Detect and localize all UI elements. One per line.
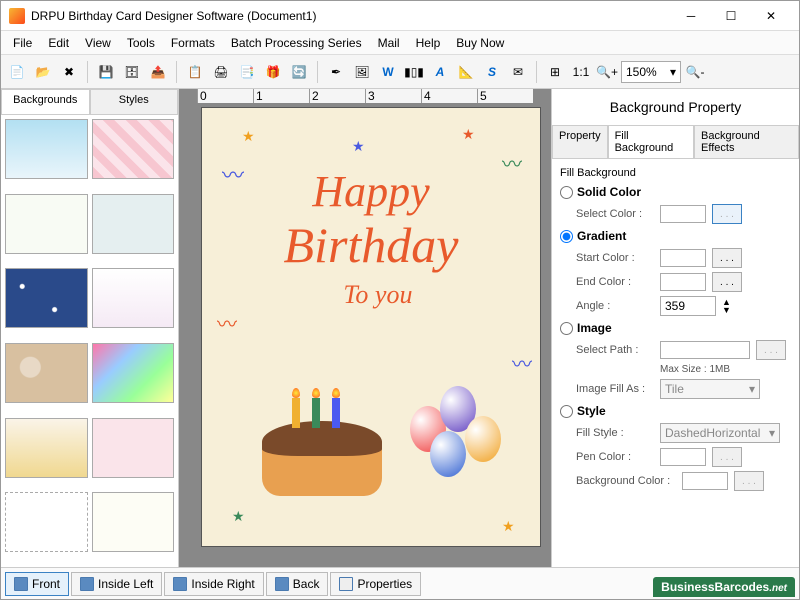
sign-icon[interactable]: S — [480, 60, 504, 84]
font-icon[interactable]: A — [428, 60, 452, 84]
delete-icon[interactable]: ✖ — [57, 60, 81, 84]
pen-icon[interactable]: ✒ — [324, 60, 348, 84]
start-color-swatch[interactable] — [660, 249, 706, 267]
cake-icon — [262, 386, 382, 496]
bg-thumb[interactable] — [5, 268, 88, 328]
print-icon[interactable]: 🖨 — [209, 60, 233, 84]
minimize-button[interactable]: ─ — [671, 2, 711, 30]
maximize-button[interactable]: ☐ — [711, 2, 751, 30]
menu-edit[interactable]: Edit — [40, 33, 77, 53]
menu-batch[interactable]: Batch Processing Series — [223, 33, 370, 53]
card-canvas[interactable]: ★ ★ ★ 〰 〰 〰 〰 ★ ★ Happy Birthday To you — [201, 107, 541, 547]
open-icon[interactable]: 📂 — [31, 60, 55, 84]
batch-icon[interactable]: 📑 — [235, 60, 259, 84]
new-icon[interactable]: 📄 — [5, 60, 29, 84]
text-icon[interactable]: W — [376, 60, 400, 84]
canvas-area[interactable]: 012345 ★ ★ ★ 〰 〰 〰 〰 ★ ★ Happy Birthday … — [179, 89, 551, 567]
panel-title: Background Property — [552, 89, 799, 125]
tab-property[interactable]: Property — [552, 125, 608, 158]
page-tab-back[interactable]: Back — [266, 572, 329, 596]
fit-icon[interactable]: 1:1 — [569, 60, 593, 84]
bg-thumb[interactable] — [92, 194, 175, 254]
end-color-swatch[interactable] — [660, 273, 706, 291]
bg-thumb[interactable] — [92, 418, 175, 478]
gift-icon[interactable]: 🎁 — [261, 60, 285, 84]
image-icon[interactable]: 🖼 — [350, 60, 374, 84]
bg-thumb[interactable] — [5, 119, 88, 179]
image-path-field — [660, 341, 750, 359]
zoom-combo[interactable]: 150%▾ — [621, 61, 681, 83]
bg-thumb[interactable] — [92, 492, 175, 552]
page-tab-inside-left[interactable]: Inside Left — [71, 572, 162, 596]
barcode-icon[interactable]: ▮▯▮ — [402, 60, 426, 84]
menu-formats[interactable]: Formats — [163, 33, 223, 53]
image-fill-combo[interactable]: Tile▾ — [660, 379, 760, 399]
watermark: BusinessBarcodes.net — [653, 577, 795, 597]
save-icon[interactable]: 💾 — [94, 60, 118, 84]
property-panel: Background Property Property Fill Backgr… — [551, 89, 799, 567]
menu-buy[interactable]: Buy Now — [448, 33, 512, 53]
tab-backgrounds[interactable]: Backgrounds — [1, 89, 90, 114]
fill-style-combo[interactable]: DashedHorizontal▾ — [660, 423, 780, 443]
start-color-picker-button[interactable]: . . . — [712, 248, 742, 268]
pen-color-swatch[interactable] — [660, 448, 706, 466]
copy-icon[interactable]: 📋 — [183, 60, 207, 84]
mail-icon[interactable]: ✉ — [506, 60, 530, 84]
solid-color-swatch[interactable] — [660, 205, 706, 223]
end-color-picker-button[interactable]: . . . — [712, 272, 742, 292]
bg-thumb[interactable] — [5, 343, 88, 403]
radio-solid-color[interactable] — [560, 186, 573, 199]
window-title: DRPU Birthday Card Designer Software (Do… — [31, 9, 671, 23]
bg-thumb[interactable] — [5, 492, 88, 552]
tab-background-effects[interactable]: Background Effects — [694, 125, 799, 158]
bg-thumb[interactable] — [92, 268, 175, 328]
radio-image[interactable] — [560, 322, 573, 335]
bg-color-picker-button[interactable]: . . . — [734, 471, 764, 491]
page-tab-inside-right[interactable]: Inside Right — [164, 572, 263, 596]
shape-icon[interactable]: 📐 — [454, 60, 478, 84]
card-text-toyou: To you — [343, 280, 412, 310]
balloons-icon — [400, 376, 510, 506]
zoomin-icon[interactable]: 🔍+ — [595, 60, 619, 84]
bg-thumb[interactable] — [5, 418, 88, 478]
menu-help[interactable]: Help — [408, 33, 449, 53]
left-panel: Backgrounds Styles — [1, 89, 179, 567]
page-tab-properties[interactable]: Properties — [330, 572, 421, 596]
menu-view[interactable]: View — [77, 33, 119, 53]
titlebar: DRPU Birthday Card Designer Software (Do… — [1, 1, 799, 31]
ruler-horizontal: 012345 — [197, 89, 533, 103]
menu-mail[interactable]: Mail — [370, 33, 408, 53]
toolbar: 📄 📂 ✖ 💾 🗄 📤 📋 🖨 📑 🎁 🔄 ✒ 🖼 W ▮▯▮ A 📐 S ✉ … — [1, 55, 799, 89]
close-button[interactable]: ✕ — [751, 2, 791, 30]
orient-icon[interactable]: 🔄 — [287, 60, 311, 84]
bg-thumb[interactable] — [92, 343, 175, 403]
app-icon — [9, 8, 25, 24]
menubar: File Edit View Tools Formats Batch Proce… — [1, 31, 799, 55]
bg-thumb[interactable] — [5, 194, 88, 254]
export-icon[interactable]: 📤 — [146, 60, 170, 84]
radio-gradient[interactable] — [560, 230, 573, 243]
image-browse-button[interactable]: . . . — [756, 340, 786, 360]
menu-file[interactable]: File — [5, 33, 40, 53]
page-tabs-bar: Front Inside Left Inside Right Back Prop… — [1, 567, 799, 599]
menu-tools[interactable]: Tools — [119, 33, 163, 53]
angle-spinner[interactable]: ▲▼ — [722, 298, 731, 314]
bg-color-swatch[interactable] — [682, 472, 728, 490]
background-thumbs — [1, 115, 178, 567]
pen-color-picker-button[interactable]: . . . — [712, 447, 742, 467]
zoomout-icon[interactable]: 🔍- — [683, 60, 707, 84]
saveall-icon[interactable]: 🗄 — [120, 60, 144, 84]
page-tab-front[interactable]: Front — [5, 572, 69, 596]
grid-icon[interactable]: ⊞ — [543, 60, 567, 84]
tab-styles[interactable]: Styles — [90, 89, 179, 114]
bg-thumb[interactable] — [92, 119, 175, 179]
angle-input[interactable]: 359 — [660, 296, 716, 316]
solid-color-picker-button[interactable]: . . . — [712, 204, 742, 224]
radio-style[interactable] — [560, 405, 573, 418]
card-text-happy: Happy — [312, 166, 429, 217]
group-fill-background: Fill Background — [560, 167, 791, 179]
card-text-birthday: Birthday — [284, 216, 459, 274]
tab-fill-background[interactable]: Fill Background — [608, 125, 694, 158]
